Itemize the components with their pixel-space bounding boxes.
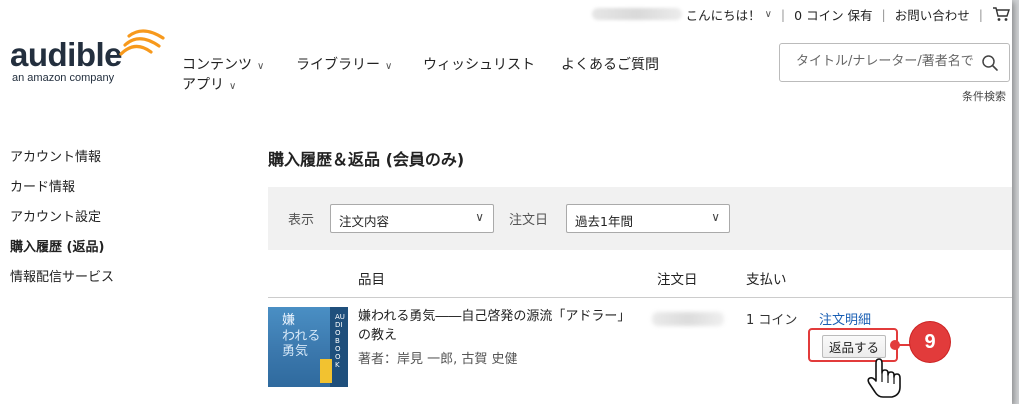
chevron-down-icon: ∨: [711, 210, 720, 224]
nav-app-label: アプリ: [182, 77, 224, 93]
order-date-label: 注文日: [509, 213, 549, 228]
sidebar-item-account-settings[interactable]: アカウント設定: [10, 208, 114, 238]
divider: |: [780, 6, 786, 22]
sidebar-item-purchase-history[interactable]: 購入履歴 (返品): [10, 238, 114, 268]
user-name-redacted: [591, 8, 682, 20]
book-title-link[interactable]: 嫌われる勇気――自己啓発の源流「アドラー」の教え: [358, 307, 638, 345]
audible-logo[interactable]: audible an amazon company: [10, 28, 165, 88]
nav-library-label: ライブラリー: [296, 57, 380, 73]
step-number-badge: 9: [910, 322, 950, 362]
callout-dot: [890, 340, 900, 350]
nav-wishlist-label: ウィッシュリスト: [423, 57, 535, 73]
sidebar-item-account-info[interactable]: アカウント情報: [10, 148, 114, 178]
chevron-down-icon: ∨: [385, 61, 393, 72]
column-header-payment: 支払い: [746, 272, 787, 288]
logo-waves-icon: [119, 29, 165, 56]
order-date-select-value: 過去1年間: [575, 214, 633, 229]
coin-balance[interactable]: 0 コイン 保有: [794, 5, 872, 24]
chevron-down-icon: ∨: [764, 8, 772, 20]
book-cover-image[interactable]: 嫌 われる勇気 AUDIO BOOK: [268, 307, 348, 387]
cover-title-b: われる勇気: [282, 329, 321, 359]
display-select-value: 注文内容: [339, 214, 390, 229]
account-sidebar: アカウント情報 カード情報 アカウント設定 購入履歴 (返品) 情報配信サービス: [10, 148, 114, 298]
nav-faq[interactable]: よくあるご質問: [561, 54, 659, 74]
browser-window: こんにちは！ ∨ | 0 コイン 保有 | お問い合わせ | audible a…: [0, 0, 1012, 404]
nav-contents-label: コンテンツ: [182, 57, 252, 73]
chevron-down-icon: ∨: [257, 61, 265, 72]
column-header-date: 注文日: [657, 272, 698, 288]
chevron-down-icon: ∨: [475, 210, 484, 224]
display-label: 表示: [288, 213, 315, 228]
order-date-redacted: [652, 312, 724, 326]
filter-bar: 表示 注文内容 ∨ 注文日 過去1年間 ∨: [268, 187, 1012, 250]
book-author: 著者：岸見 一郎, 古賀 史健: [358, 352, 518, 367]
cover-title-a: 嫌: [282, 313, 296, 328]
logo-wordmark: audible: [10, 36, 123, 73]
hand-cursor-icon: [867, 358, 901, 398]
payment-value: 1 コイン: [746, 313, 798, 328]
sidebar-item-card-info[interactable]: カード情報: [10, 178, 114, 208]
sidebar-item-newsletter[interactable]: 情報配信サービス: [10, 268, 114, 298]
greeting-link[interactable]: こんにちは！: [686, 5, 761, 24]
contact-link[interactable]: お問い合わせ: [895, 5, 970, 24]
nav-wishlist[interactable]: ウィッシュリスト: [423, 54, 535, 74]
search-input[interactable]: [796, 54, 976, 69]
utility-bar: こんにちは！ ∨ | 0 コイン 保有 | お問い合わせ |: [591, 5, 1012, 24]
search-box: [779, 43, 1010, 82]
return-button[interactable]: 返品する: [822, 335, 886, 358]
search-icon[interactable]: [981, 54, 999, 72]
divider: |: [978, 6, 983, 22]
logo-tagline: an amazon company: [12, 72, 115, 84]
order-detail-link[interactable]: 注文明細: [819, 309, 871, 328]
chevron-down-icon: ∨: [229, 81, 237, 92]
divider: |: [881, 6, 886, 22]
nav-contents[interactable]: コンテンツ ∨: [182, 54, 264, 74]
nav-library[interactable]: ライブラリー ∨: [296, 54, 392, 74]
order-date-select[interactable]: 過去1年間 ∨: [566, 204, 730, 233]
display-select[interactable]: 注文内容 ∨: [330, 204, 494, 233]
nav-faq-label: よくあるご質問: [561, 57, 659, 73]
cover-tag: [320, 359, 332, 383]
column-header-item: 品目: [358, 272, 385, 288]
divider: [268, 297, 1012, 298]
cart-icon[interactable]: [992, 6, 1010, 22]
page-title: 購入履歴＆返品 (会員のみ): [268, 150, 465, 169]
nav-app[interactable]: アプリ ∨: [182, 74, 236, 94]
advanced-search-link[interactable]: 条件検索: [962, 88, 1006, 104]
cover-spine-text: AUDIO BOOK: [335, 313, 345, 369]
